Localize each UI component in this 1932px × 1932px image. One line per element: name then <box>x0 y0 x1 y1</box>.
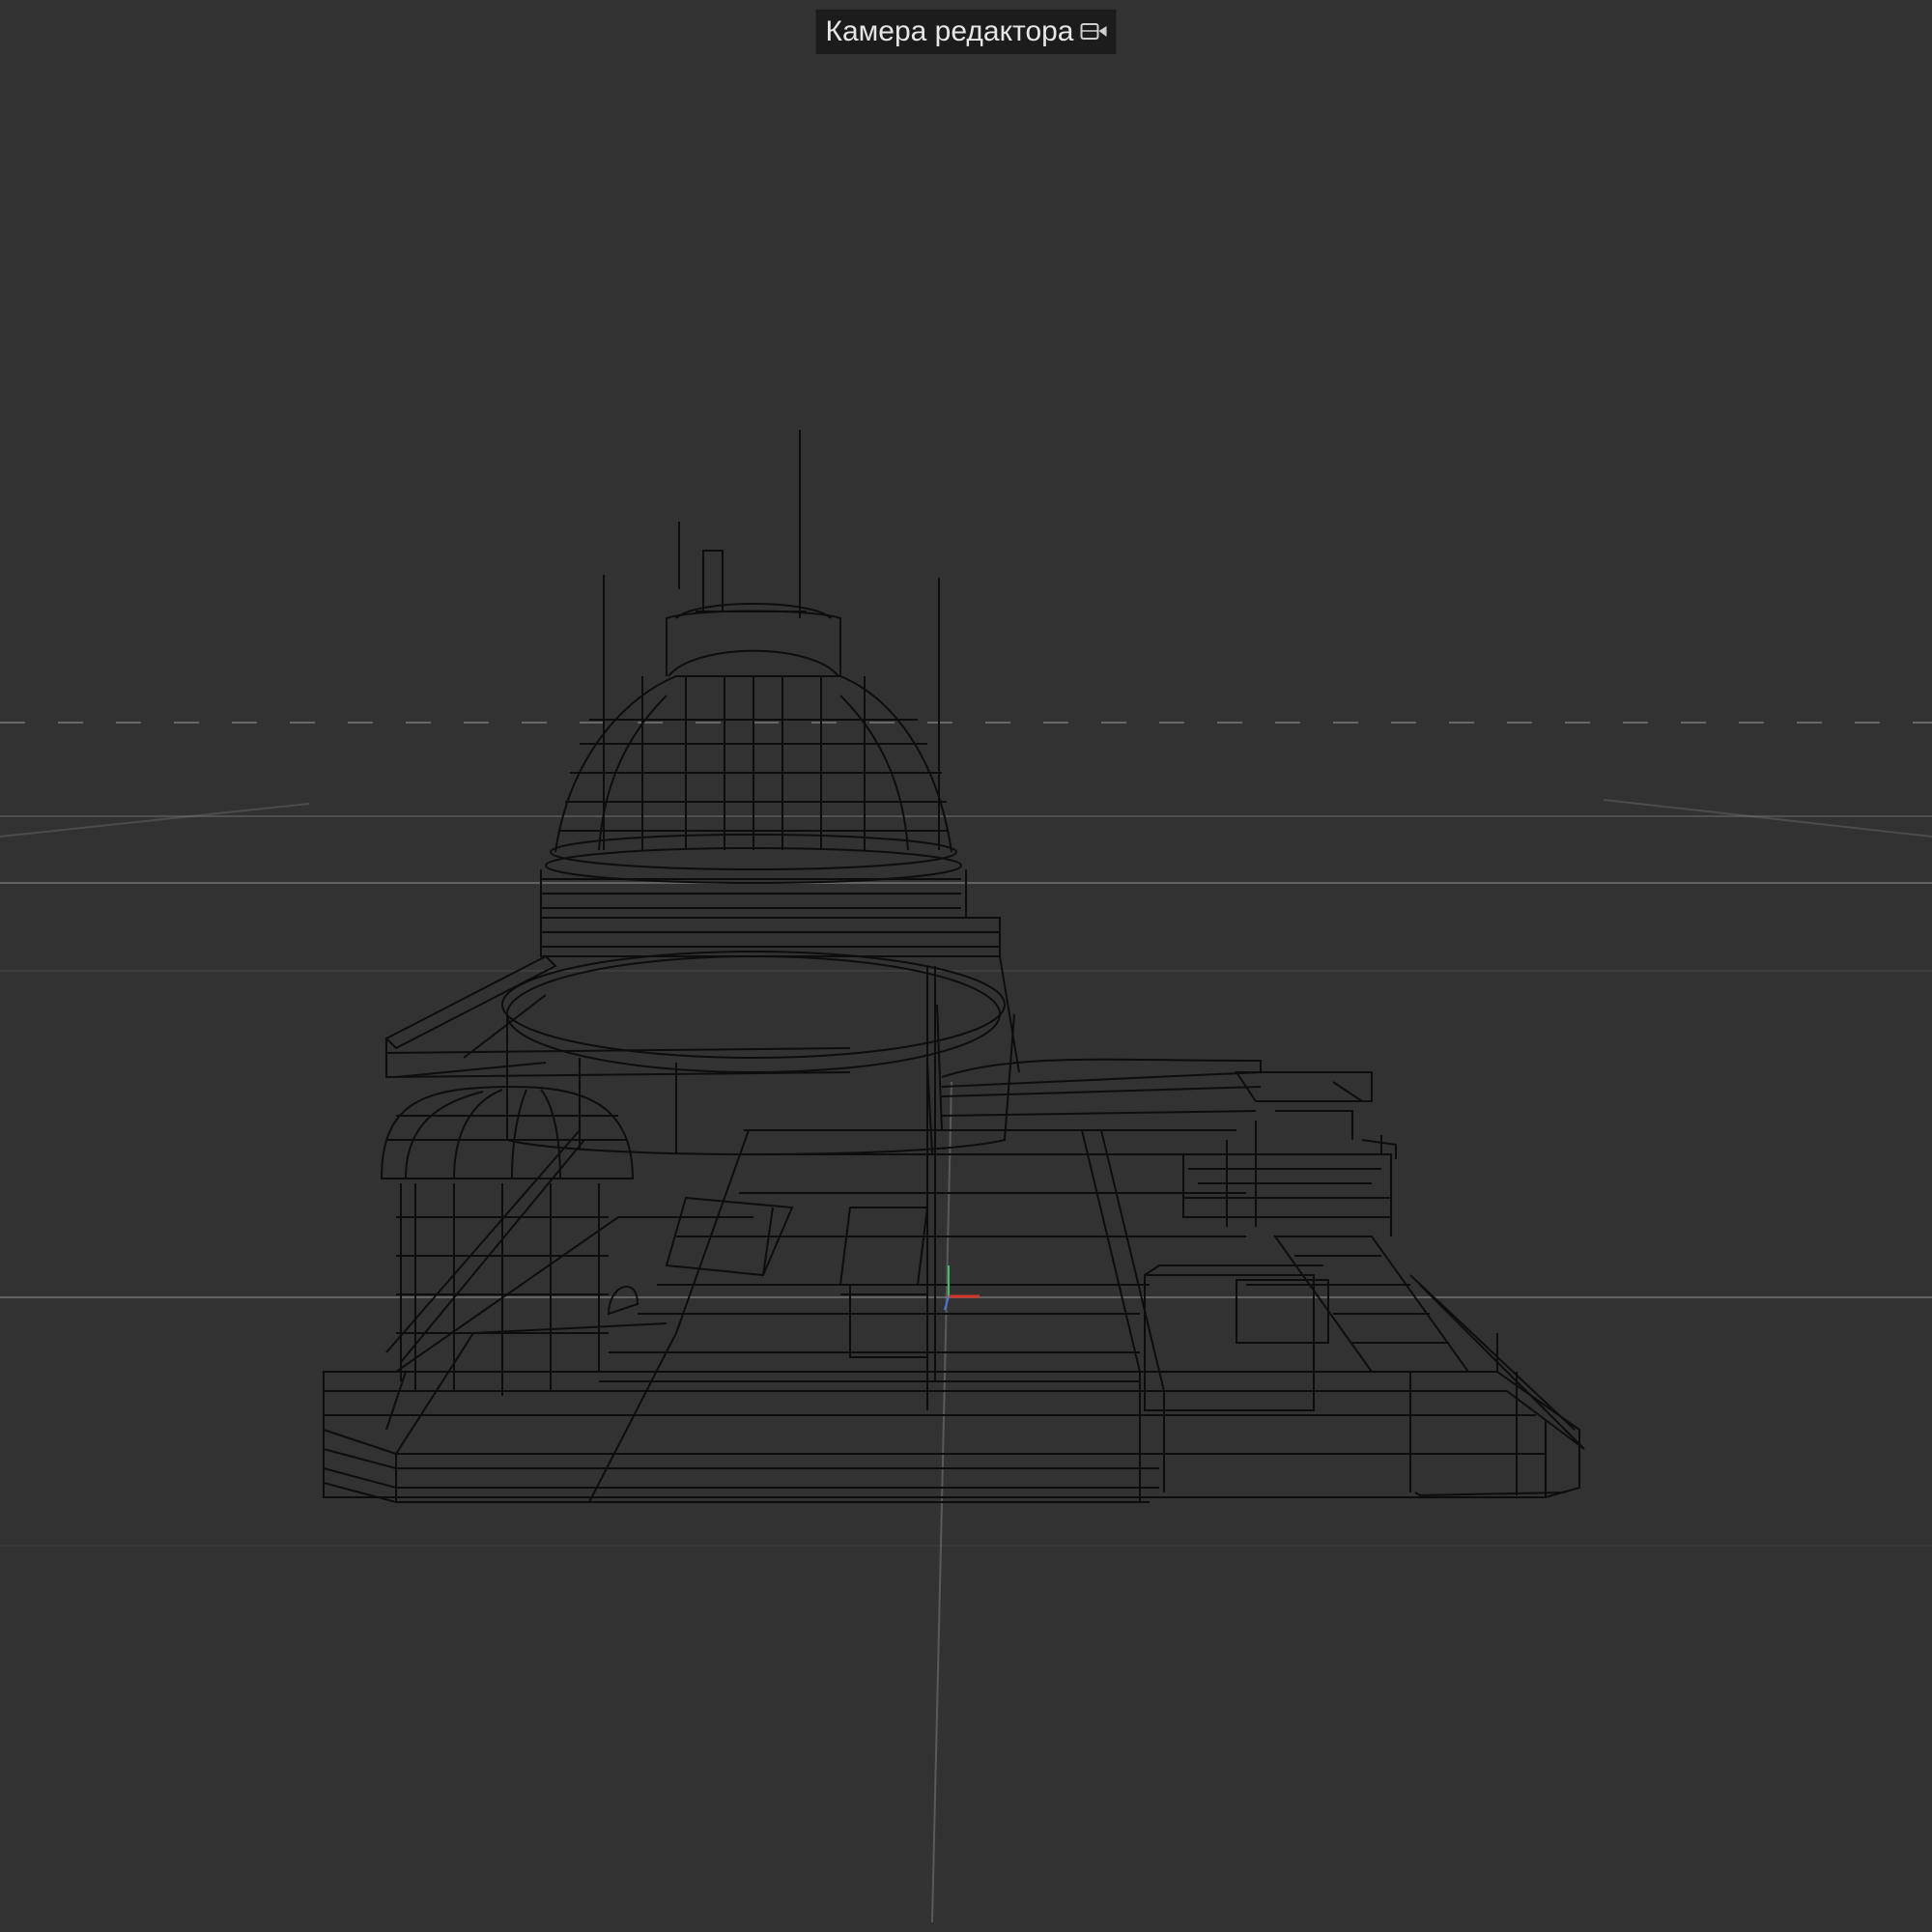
roof-slab <box>384 954 851 1079</box>
camera-icon <box>1080 19 1109 44</box>
grid-line <box>1603 799 1932 838</box>
viewport-canvas[interactable] <box>0 0 1932 1932</box>
central-post <box>926 966 936 1381</box>
small-dome <box>380 1085 639 1396</box>
base-platform <box>323 1274 1585 1503</box>
3d-viewport[interactable]: Камера редактора <box>0 0 1932 1932</box>
grid-line <box>0 803 310 838</box>
antennas <box>603 430 940 850</box>
editor-camera-label: Камера редактора <box>825 15 1074 47</box>
editor-camera-dropdown[interactable]: Камера редактора <box>815 10 1117 54</box>
wireframe-model[interactable] <box>323 430 1585 1503</box>
deck-planks <box>395 1129 1246 1503</box>
right-structures <box>1144 1071 1470 1411</box>
axis-gizmo <box>944 1265 980 1311</box>
dome-drum <box>501 917 1020 1155</box>
walkway <box>941 1058 1262 1131</box>
